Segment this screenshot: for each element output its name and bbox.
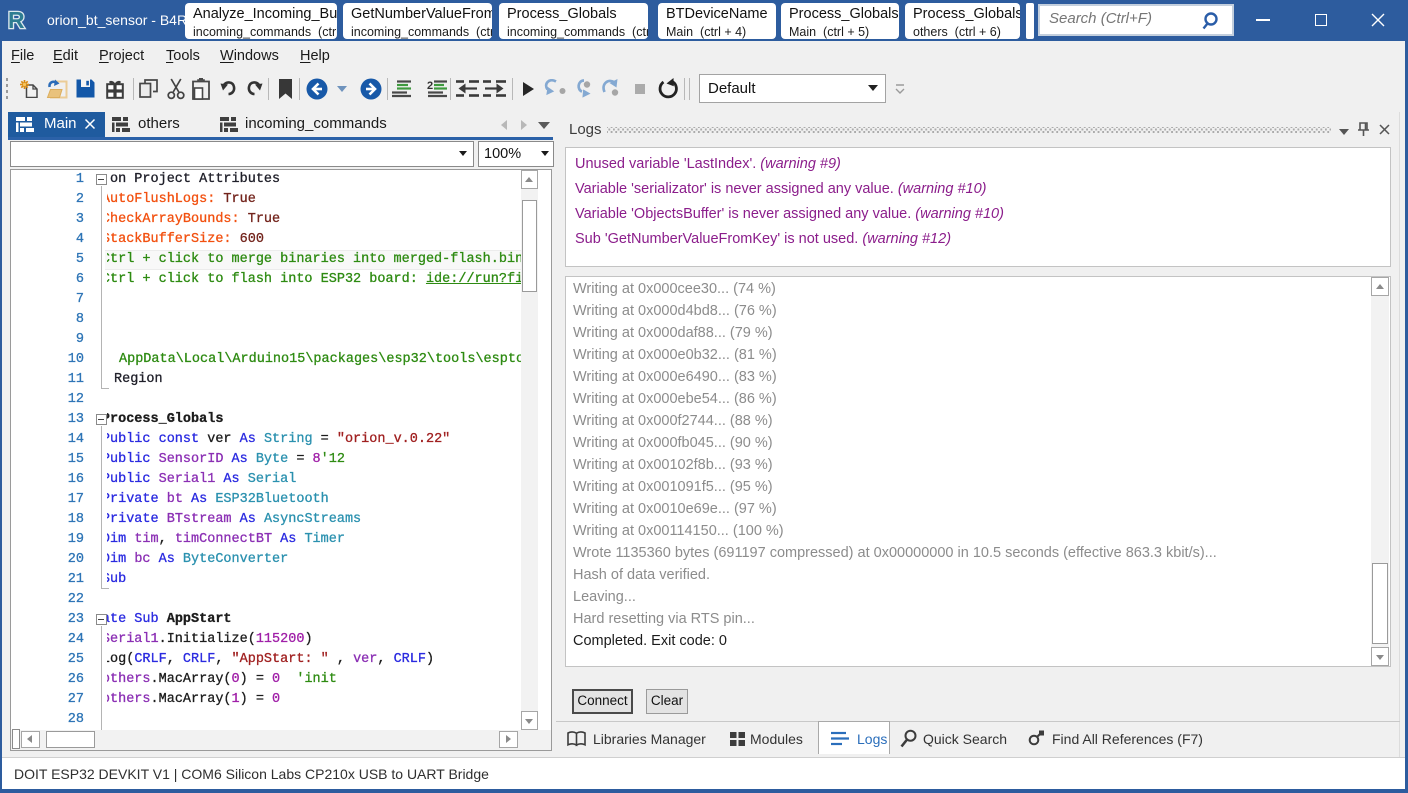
svg-text:2: 2 xyxy=(427,80,433,92)
svg-text:R: R xyxy=(8,7,25,32)
